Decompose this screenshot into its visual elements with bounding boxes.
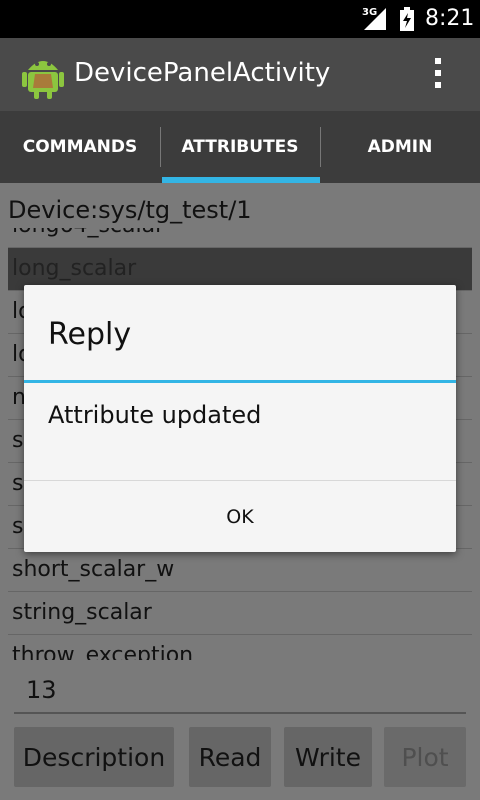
tab-attributes[interactable]: ATTRIBUTES: [160, 111, 320, 183]
value-input[interactable]: 13: [14, 664, 466, 714]
write-button[interactable]: Write: [284, 727, 372, 787]
dialog-message: Attribute updated: [48, 401, 262, 429]
list-item[interactable]: string_scalar: [8, 592, 472, 635]
tab-bar: COMMANDS ATTRIBUTES ADMIN: [0, 111, 480, 183]
action-bar: DevicePanelActivity: [0, 38, 480, 111]
reply-dialog: Reply Attribute updated OK: [24, 285, 456, 552]
ok-button[interactable]: OK: [24, 481, 456, 552]
dialog-title: Reply: [48, 317, 132, 352]
clock: 8:21: [425, 6, 475, 31]
tab-admin[interactable]: ADMIN: [320, 111, 480, 183]
device-label: Device:sys/tg_test/1: [8, 196, 252, 224]
signal-icon: [364, 8, 386, 30]
list-item[interactable]: long64_scalar: [8, 228, 472, 248]
overflow-menu-icon[interactable]: [432, 58, 444, 92]
dialog-title-divider: [24, 380, 456, 383]
read-button[interactable]: Read: [189, 727, 271, 787]
description-button[interactable]: Description: [14, 727, 174, 787]
app-title: DevicePanelActivity: [74, 58, 331, 88]
status-bar: 3G 8:21: [0, 0, 480, 38]
tab-commands[interactable]: COMMANDS: [0, 111, 160, 183]
plot-button: Plot: [384, 727, 466, 787]
list-item[interactable]: throw_exception: [8, 635, 472, 660]
battery-icon: [400, 7, 414, 31]
list-item[interactable]: short_scalar_w: [8, 549, 472, 592]
android-app-icon: [22, 61, 64, 99]
